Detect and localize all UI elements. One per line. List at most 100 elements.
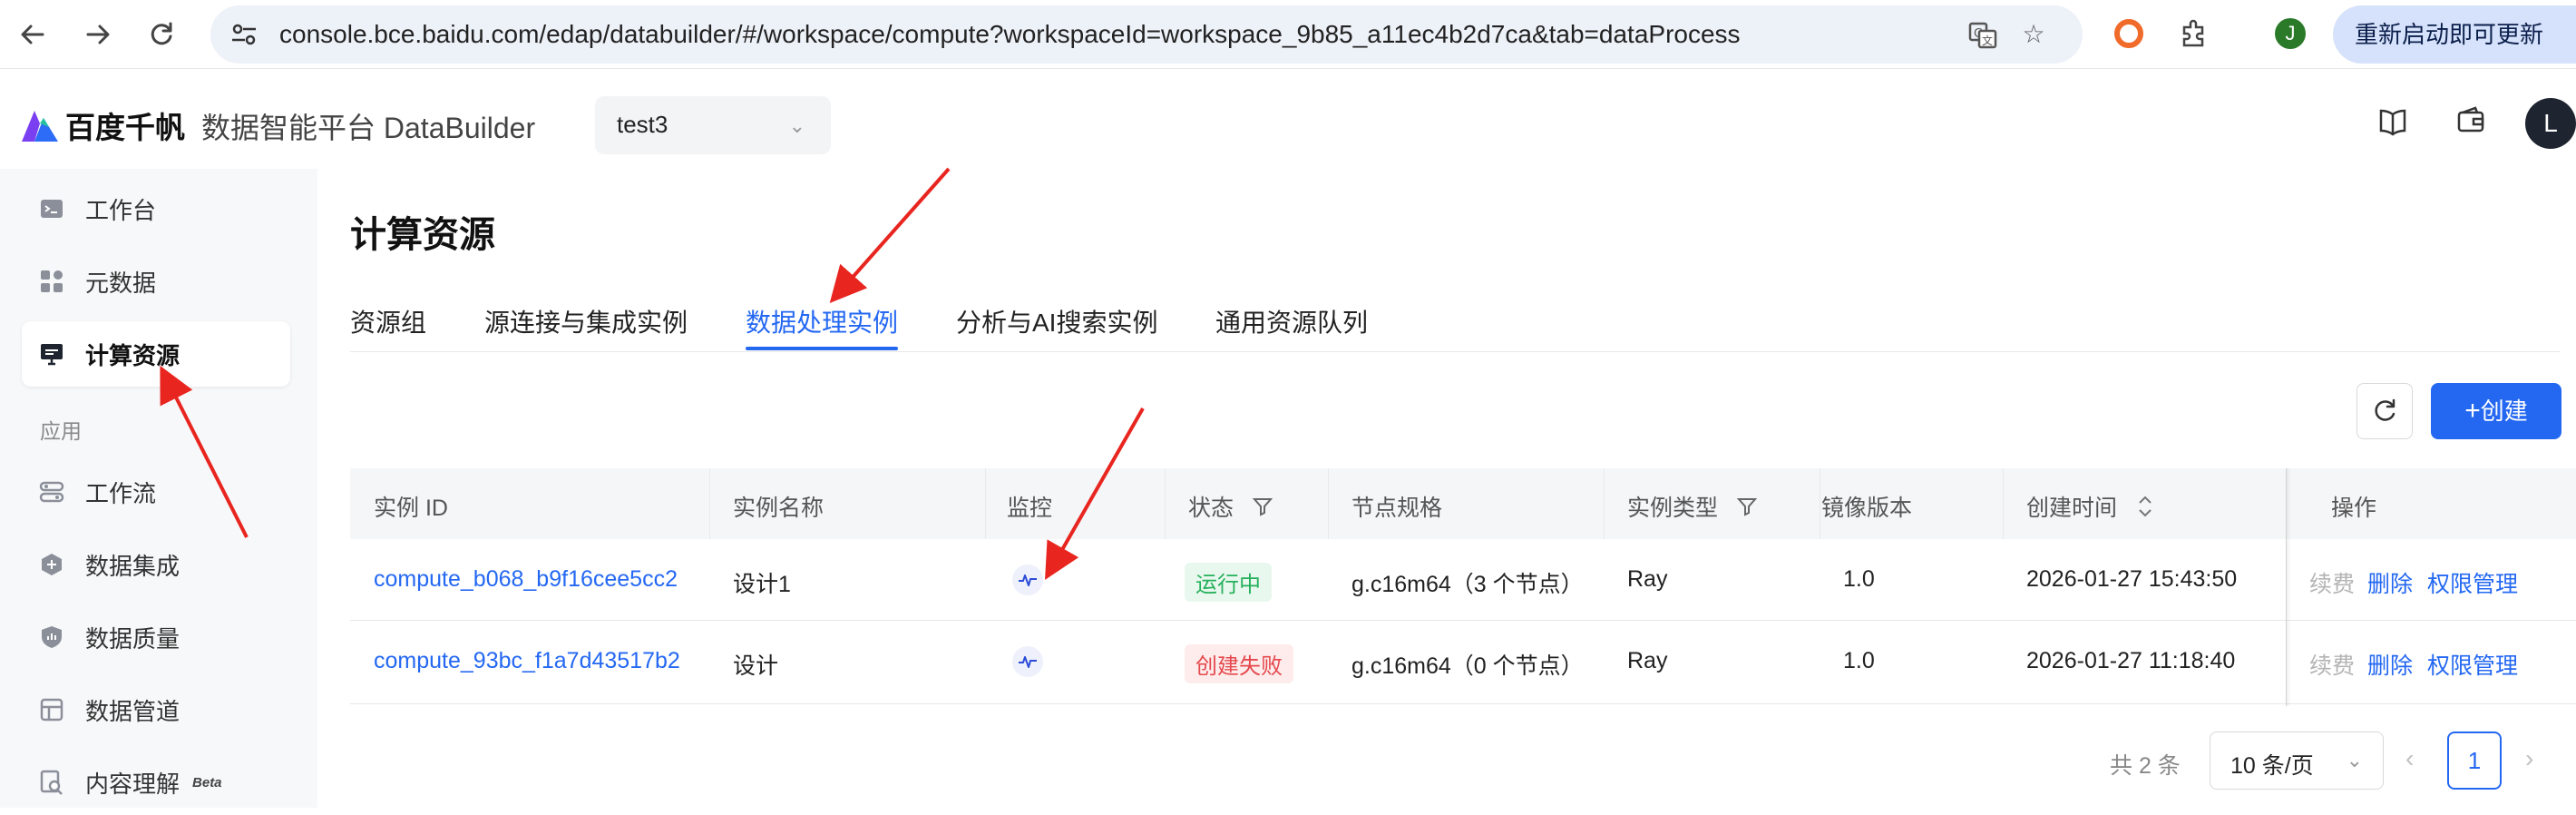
logo-icon xyxy=(22,111,58,142)
col-node-spec: 节点规格 xyxy=(1351,490,1442,523)
sidebar-item-label: 数据集成 xyxy=(85,552,181,580)
column-divider xyxy=(1604,468,1605,539)
sort-icon[interactable] xyxy=(2137,494,2153,519)
created-time: 2026-01-27 15:43:50 xyxy=(2026,566,2238,592)
relaunch-update-button[interactable]: 重新启动即可更新 xyxy=(2333,5,2576,64)
content-icon xyxy=(38,769,65,796)
tab-resource-group[interactable]: 资源组 xyxy=(350,303,426,339)
tab-source-connection[interactable]: 源连接与集成实例 xyxy=(484,303,688,339)
sidebar-item-label: 数据质量 xyxy=(85,624,181,653)
sidebar-item-label: 工作流 xyxy=(85,479,157,507)
back-icon[interactable] xyxy=(15,16,51,53)
product-name: 数据智能平台 DataBuilder xyxy=(201,112,536,144)
reload-icon[interactable] xyxy=(143,16,180,53)
sidebar-item-data-quality[interactable]: 数据质量 xyxy=(22,604,290,670)
wallet-icon[interactable] xyxy=(2453,105,2489,142)
page-size-value: 10 条/页 xyxy=(2230,753,2314,779)
sidebar-item-data-integration[interactable]: 数据集成 xyxy=(22,532,290,597)
puzzle-icon[interactable] xyxy=(2179,18,2210,49)
relaunch-label: 重新启动即可更新 xyxy=(2355,21,2544,48)
renew-button[interactable]: 续费 xyxy=(2309,648,2355,681)
col-monitor: 监控 xyxy=(1007,490,1052,523)
shield-icon xyxy=(38,624,65,651)
sidebar-group-label: 应用 xyxy=(40,419,82,443)
table-row: compute_93bc_f1a7d43517b2 设计 创建失败 g.c16m… xyxy=(350,623,2576,704)
workspace-select[interactable]: test3 ⌄ xyxy=(595,96,831,154)
extension-icon[interactable] xyxy=(2113,18,2144,49)
page-number-button[interactable]: 1 xyxy=(2447,732,2502,790)
translate-icon[interactable]: G文 xyxy=(1968,20,1997,49)
sidebar-item-data-pipeline[interactable]: 数据管道 xyxy=(22,677,290,742)
filter-icon[interactable] xyxy=(1252,496,1273,517)
col-created-time: 创建时间 xyxy=(2026,490,2153,523)
profile-avatar[interactable]: J xyxy=(2275,18,2306,49)
instance-id-link[interactable]: compute_93bc_f1a7d43517b2 xyxy=(374,648,680,674)
next-page-icon[interactable]: › xyxy=(2525,744,2533,773)
sidebar-item-workflow[interactable]: 工作流 xyxy=(22,459,290,525)
col-instance-name: 实例名称 xyxy=(733,490,824,523)
col-label: 镜像版本 xyxy=(1821,496,1913,521)
delete-button[interactable]: 删除 xyxy=(2367,566,2413,599)
sidebar-item-content-understanding[interactable]: 内容理解 Beta xyxy=(22,750,290,815)
col-label: 监控 xyxy=(1007,496,1053,521)
docs-book-icon[interactable] xyxy=(2375,105,2411,142)
monitor-icon xyxy=(38,340,65,368)
col-label: 实例类型 xyxy=(1627,496,1719,521)
url-text: console.bce.baidu.com/edap/databuilder/#… xyxy=(279,20,1741,48)
tab-general-queue[interactable]: 通用资源队列 xyxy=(1215,303,1368,339)
delete-button[interactable]: 删除 xyxy=(2367,648,2413,681)
refresh-button[interactable] xyxy=(2356,383,2413,439)
instance-type: Ray xyxy=(1627,566,1668,592)
grid-icon xyxy=(38,268,65,295)
sidebar-item-label: 数据管道 xyxy=(85,697,181,725)
instance-type: Ray xyxy=(1627,648,1668,673)
tab-analysis-ai-search[interactable]: 分析与AI搜索实例 xyxy=(956,303,1157,339)
column-divider xyxy=(985,468,986,539)
forward-icon[interactable] xyxy=(80,16,116,53)
chevron-down-icon: ⌄ xyxy=(2346,749,2363,771)
chevron-down-icon: ⌄ xyxy=(788,114,805,137)
table-header: 实例 ID 实例名称 监控 状态 节点规格 实例类型 镜像版本 创建时间 操作 xyxy=(350,468,2576,539)
permission-button[interactable]: 权限管理 xyxy=(2427,648,2518,681)
col-label: 操作 xyxy=(2331,496,2377,521)
refresh-icon xyxy=(2375,398,2395,421)
column-divider xyxy=(2003,468,2004,539)
create-button[interactable]: +创建 xyxy=(2431,383,2561,439)
address-bar[interactable]: console.bce.baidu.com/edap/databuilder/#… xyxy=(210,5,2083,64)
active-tab-indicator xyxy=(746,347,898,350)
filter-icon[interactable] xyxy=(1736,496,1758,517)
pagination-total: 共 2 条 xyxy=(2110,753,2181,779)
col-label: 创建时间 xyxy=(2026,496,2118,521)
fixed-column-shadow xyxy=(2286,468,2291,706)
sidebar-item-metadata[interactable]: 元数据 xyxy=(22,249,290,314)
bookmark-star-icon[interactable]: ☆ xyxy=(2019,20,2048,49)
instance-id-link[interactable]: compute_b068_b9f16cee5cc2 xyxy=(374,566,678,593)
svg-text:文: 文 xyxy=(1982,34,1993,47)
sidebar-item-label: 元数据 xyxy=(85,269,157,297)
sidebar-item-compute[interactable]: 计算资源 xyxy=(22,321,290,387)
col-label: 状态 xyxy=(1188,496,1234,521)
monitor-chart-icon[interactable] xyxy=(1012,646,1043,677)
permission-button[interactable]: 权限管理 xyxy=(2427,566,2518,599)
tab-data-processing[interactable]: 数据处理实例 xyxy=(746,303,898,339)
prev-page-icon[interactable]: ‹ xyxy=(2405,744,2414,773)
image-version: 1.0 xyxy=(1843,566,1875,592)
sidebar-item-label: 内容理解 xyxy=(85,770,181,798)
col-instance-id: 实例 ID xyxy=(374,490,448,523)
logo-text: 百度千帆 xyxy=(65,111,185,144)
monitor-chart-icon[interactable] xyxy=(1012,565,1043,595)
instance-name: 设计 xyxy=(733,653,779,679)
col-label: 节点规格 xyxy=(1351,496,1443,521)
pipeline-icon xyxy=(38,696,65,723)
site-settings-icon[interactable] xyxy=(230,24,258,45)
create-label: 创建 xyxy=(2480,398,2528,425)
page-size-select[interactable]: 10 条/页 ⌄ xyxy=(2210,732,2384,790)
node-spec: g.c16m64（3 个节点） xyxy=(1351,572,1584,597)
column-divider xyxy=(709,468,710,539)
renew-button[interactable]: 续费 xyxy=(2309,566,2355,599)
terminal-icon xyxy=(38,195,65,222)
integration-icon xyxy=(38,551,65,578)
user-avatar[interactable]: L xyxy=(2525,98,2576,149)
sidebar-item-workbench[interactable]: 工作台 xyxy=(22,176,290,241)
created-time: 2026-01-27 11:18:40 xyxy=(2026,648,2236,673)
